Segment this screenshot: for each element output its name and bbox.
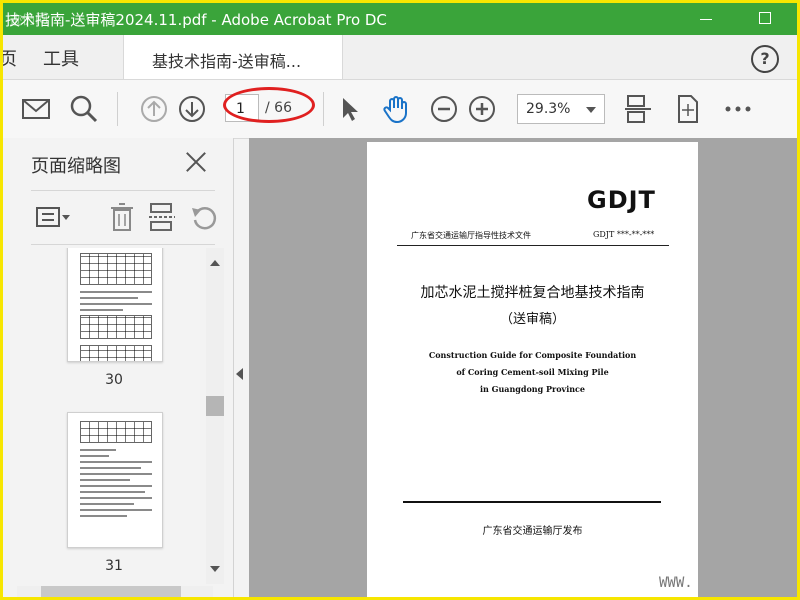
page-thumbnail[interactable]	[67, 412, 163, 548]
thumbnail-hscrollbar[interactable]	[17, 586, 213, 597]
thumbnail-scrollbar[interactable]	[206, 248, 224, 584]
page-thumbnail[interactable]	[67, 248, 163, 362]
zoom-out-icon[interactable]	[429, 94, 459, 124]
document-title-cn: 加芯水泥土搅拌桩复合地基技术指南	[420, 285, 645, 301]
panel-divider	[31, 244, 215, 245]
tab-tools[interactable]: 工具	[43, 45, 79, 71]
header-right-text: GDJT ***-**-***	[593, 230, 655, 239]
search-icon[interactable]	[69, 94, 99, 124]
scroll-mode-icon[interactable]	[623, 94, 653, 124]
toolbar-divider	[117, 92, 118, 126]
thumbnail-panel: 页面缩略图 30 31	[3, 138, 234, 597]
pdf-page: GDJT 广东省交通运输厅指导性技术文件 GDJT ***-**-*** 加芯水…	[367, 142, 698, 597]
fit-page-icon[interactable]	[673, 94, 703, 124]
toolbar: 1 / 66 29.3%	[3, 80, 797, 139]
scrollbar-thumb[interactable]	[41, 586, 181, 597]
maximize-button[interactable]	[743, 3, 789, 35]
thumbnail-list: 30 31	[3, 248, 203, 584]
corner-watermark: WWW.	[659, 575, 693, 591]
app-window: 技术指南-送审稿2024.11.pdf - Adobe Acrobat Pro …	[0, 0, 800, 600]
next-page-icon[interactable]	[177, 94, 207, 124]
title-bar: 技术指南-送审稿2024.11.pdf - Adobe Acrobat Pro …	[3, 3, 797, 35]
zoom-dropdown[interactable]: 29.3%	[517, 94, 605, 124]
panel-divider	[31, 190, 215, 191]
document-viewer: GDJT 广东省交通运输厅指导性技术文件 GDJT ***-**-*** 加芯水…	[249, 138, 797, 597]
window-title: 技术指南-送审稿2024.11.pdf - Adobe Acrobat Pro …	[5, 11, 387, 29]
header-left-text: 广东省交通运输厅指导性技术文件	[411, 231, 531, 240]
hand-tool-icon[interactable]	[381, 94, 411, 124]
rotate-icon[interactable]	[189, 202, 219, 232]
select-cursor-icon[interactable]	[335, 94, 365, 124]
zoom-value: 29.3%	[526, 101, 571, 117]
document-code: GDJT	[587, 186, 656, 214]
document-title-en-line: of Coring Cement-soil Mixing Pile	[456, 367, 609, 377]
thumbnail-options-icon[interactable]	[35, 202, 70, 232]
panel-title: 页面缩略图	[31, 156, 121, 177]
scrollbar-thumb[interactable]	[206, 396, 224, 416]
close-icon[interactable]	[185, 150, 207, 172]
watermark-logo: 迹仍闷	[8, 11, 49, 30]
minimize-button[interactable]	[683, 3, 729, 35]
toolbar-divider	[323, 92, 324, 126]
tab-document[interactable]: 基技术指南-送审稿...	[123, 35, 343, 79]
chevron-down-icon	[586, 107, 596, 113]
header-rule	[397, 245, 669, 246]
thumbnail-label: 31	[105, 558, 123, 574]
tab-document-label: 基技术指南-送审稿...	[152, 52, 302, 71]
trash-icon[interactable]	[107, 202, 137, 232]
document-subtitle-cn: （送审稿）	[499, 312, 565, 327]
annotation-ellipse	[223, 87, 315, 123]
tab-bar: 页 工具 基技术指南-送审稿... ?	[3, 35, 797, 80]
scroll-down-icon[interactable]	[210, 566, 220, 572]
collapse-panel-icon[interactable]	[236, 368, 243, 380]
previous-page-icon[interactable]	[139, 94, 169, 124]
tab-home[interactable]: 页	[3, 45, 17, 71]
help-icon[interactable]: ?	[751, 45, 779, 73]
document-title-en-line: in Guangdong Province	[479, 384, 586, 394]
document-title-en-line: Construction Guide for Composite Foundat…	[428, 350, 637, 360]
footer-rule	[403, 501, 661, 503]
thumbnail-label: 30	[105, 372, 123, 388]
publisher-text: 广东省交通运输厅发布	[482, 526, 583, 537]
zoom-in-icon[interactable]	[467, 94, 497, 124]
email-icon[interactable]	[21, 94, 51, 124]
scroll-up-icon[interactable]	[210, 260, 220, 266]
more-options-icon[interactable]	[723, 94, 753, 124]
insert-page-icon[interactable]	[147, 202, 177, 232]
